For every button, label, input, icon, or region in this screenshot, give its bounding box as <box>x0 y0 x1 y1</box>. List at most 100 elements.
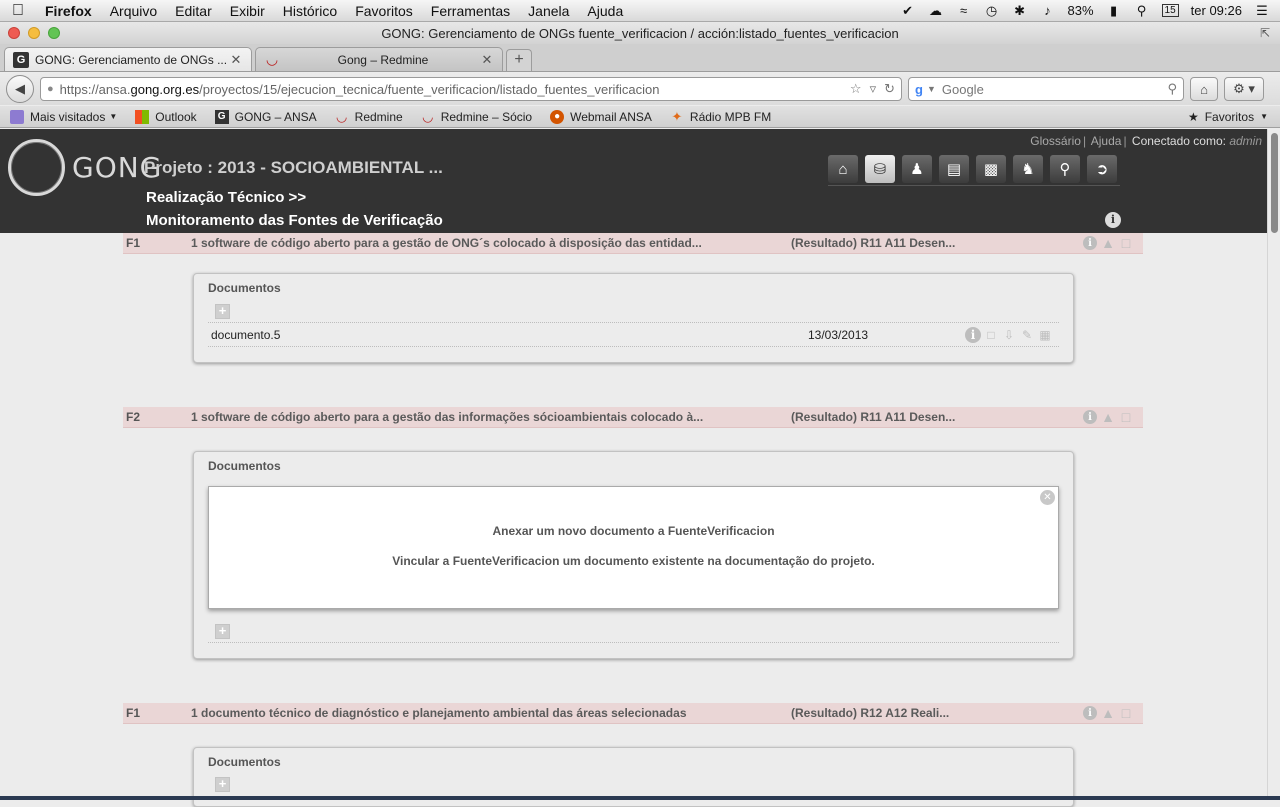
source-row[interactable]: F1 1 documento técnico de diagnóstico e … <box>123 703 1143 724</box>
comment-icon[interactable]: □ <box>1119 235 1133 251</box>
add-document-button[interactable]: + <box>215 624 230 639</box>
search-input[interactable]: Google <box>942 82 1168 97</box>
info-icon[interactable]: i <box>965 326 981 343</box>
logout-module-icon[interactable]: ➲ <box>1087 155 1117 183</box>
volume-icon[interactable]: ♪ <box>1040 3 1056 18</box>
glossary-link[interactable]: Glossário <box>1030 134 1081 148</box>
spotlight-search-icon[interactable]: ⚲ <box>1134 3 1150 18</box>
source-row[interactable]: F1 1 software de código aberto para a ge… <box>123 233 1143 254</box>
cloud-icon[interactable]: ☁ <box>928 3 944 18</box>
menu-ferramentas[interactable]: Ferramentas <box>422 3 519 19</box>
window-zoom-button[interactable] <box>48 27 60 39</box>
window-minimize-button[interactable] <box>28 27 40 39</box>
url-bar[interactable]: ● https://ansa.gong.org.es/proyectos/15/… <box>40 77 902 101</box>
comment-icon[interactable]: □ <box>1119 705 1133 721</box>
url-text[interactable]: https://ansa.gong.org.es/proyectos/15/ej… <box>60 82 842 97</box>
folder-icon <box>10 109 24 124</box>
gong-logo-icon[interactable] <box>8 139 65 196</box>
menu-janela[interactable]: Janela <box>519 3 578 19</box>
tab-gong[interactable]: G GONG: Gerenciamento de ONGs ... ✕ <box>4 47 252 71</box>
redmine-icon: ◡ <box>336 108 347 124</box>
home-module-icon[interactable]: ⌂ <box>828 155 858 183</box>
menu-favoritos[interactable]: Favoritos <box>346 3 422 19</box>
tab-redmine[interactable]: ◡ Gong – Redmine ✕ <box>255 47 503 71</box>
link-existing-document-link[interactable]: Vincular a FuenteVerificacion um documen… <box>209 554 1058 568</box>
menu-app-firefox[interactable]: Firefox <box>36 3 101 19</box>
dropbox-icon[interactable]: ✔ <box>900 3 916 18</box>
add-document-button[interactable]: + <box>215 304 230 319</box>
menu-arquivo[interactable]: Arquivo <box>101 3 166 19</box>
new-tab-button[interactable]: + <box>506 49 532 71</box>
close-tab-icon[interactable]: ✕ <box>480 52 494 68</box>
home-button[interactable]: ⌂ <box>1190 77 1218 101</box>
user-module-icon[interactable]: ♟ <box>902 155 932 183</box>
bookmark-redmine[interactable]: ◡ Redmine <box>335 108 403 124</box>
info-icon[interactable]: i <box>1083 236 1097 250</box>
download-icon[interactable]: ⇩ <box>1001 327 1017 343</box>
bookmark-redmine-socio[interactable]: ◡ Redmine – Sócio <box>421 109 532 124</box>
reload-icon[interactable]: ↻ <box>884 81 895 97</box>
fullscreen-icon[interactable]: ⇱ <box>1260 26 1270 40</box>
bookmark-gong-ansa[interactable]: G GONG – ANSA <box>214 109 317 124</box>
book-module-icon[interactable]: ▤ <box>939 155 969 183</box>
close-icon[interactable]: ✕ <box>1040 490 1055 505</box>
bluetooth-icon[interactable]: ✱ <box>1012 3 1028 18</box>
search-bar[interactable]: g ▼ Google ⚲ <box>908 77 1184 101</box>
battery-icon[interactable]: ▮ <box>1106 3 1122 18</box>
add-document-button[interactable]: + <box>215 777 230 792</box>
trash-icon[interactable]: ▦ <box>1037 327 1053 343</box>
history-dropdown-icon[interactable]: ▿ <box>870 81 877 97</box>
info-icon[interactable]: i <box>1083 410 1097 424</box>
bookmark-webmail-ansa[interactable]: ● Webmail ANSA <box>550 109 652 124</box>
warning-icon[interactable]: ▲ <box>1101 409 1115 425</box>
database-module-icon[interactable]: ⛁ <box>865 155 895 183</box>
search-icon[interactable]: ⚲ <box>1167 81 1177 97</box>
menu-ajuda[interactable]: Ajuda <box>578 3 632 19</box>
list-menu-icon[interactable]: ☰ <box>1254 3 1270 18</box>
apple-menu-icon[interactable]:  <box>0 2 36 20</box>
site-identity-icon[interactable]: ● <box>47 83 54 95</box>
close-tab-icon[interactable]: ✕ <box>229 52 243 68</box>
users-module-icon[interactable]: ♞ <box>1013 155 1043 183</box>
source-row[interactable]: F2 1 software de código aberto para a ge… <box>123 407 1143 428</box>
back-button[interactable]: ◀ <box>6 75 34 103</box>
bookmark-outlook[interactable]: Outlook <box>135 109 197 124</box>
webmail-icon: ● <box>550 109 565 124</box>
comment-icon[interactable]: □ <box>1119 409 1133 425</box>
menu-exibir[interactable]: Exibir <box>221 3 274 19</box>
source-description: 1 software de código aberto para a gestã… <box>191 410 704 424</box>
menu-historico[interactable]: Histórico <box>274 3 346 19</box>
key-module-icon[interactable]: ⚲ <box>1050 155 1080 183</box>
page-scrollbar[interactable] <box>1267 129 1280 796</box>
edit-pencil-icon[interactable]: ✎ <box>1019 327 1035 343</box>
engine-dropdown-icon[interactable]: ▼ <box>927 84 936 94</box>
info-icon[interactable]: i <box>1083 706 1097 720</box>
attach-new-document-link[interactable]: Anexar um novo documento a FuenteVerific… <box>209 524 1058 538</box>
module-icon-bar: ⌂ ⛁ ♟ ▤ ▩ ♞ ⚲ ➲ <box>828 155 1117 183</box>
bookmarks-menu-button[interactable]: ★ Favoritos ▼ <box>1188 110 1280 124</box>
menu-editar[interactable]: Editar <box>166 3 221 19</box>
bookmark-star-icon[interactable]: ☆ <box>850 81 862 97</box>
warning-icon[interactable]: ▲ <box>1101 705 1115 721</box>
bookmark-radio-mpb[interactable]: ✦ Rádio MPB FM <box>670 108 771 124</box>
addon-icon: ⚙ ▾ <box>1233 81 1255 96</box>
breadcrumb[interactable]: Realização Técnico >> <box>146 189 306 206</box>
info-icon[interactable]: i <box>1105 212 1121 228</box>
window-close-button[interactable] <box>8 27 20 39</box>
warning-icon[interactable]: ▲ <box>1101 235 1115 251</box>
document-name[interactable]: documento.5 <box>208 328 808 342</box>
battery-percent[interactable]: 83% <box>1068 3 1094 18</box>
source-code: F2 <box>126 410 141 424</box>
google-engine-icon[interactable]: g <box>915 82 923 97</box>
wifi-icon[interactable]: ≈ <box>956 3 972 18</box>
clock[interactable]: ter 09:26 <box>1191 3 1242 18</box>
calendar-icon[interactable]: 15 <box>1161 4 1179 17</box>
comment-icon[interactable]: □ <box>983 327 999 343</box>
help-link[interactable]: Ajuda <box>1091 134 1122 148</box>
time-machine-icon[interactable]: ◷ <box>984 3 1000 18</box>
bookmark-mais-visitados[interactable]: Mais visitados ▼ <box>10 109 117 124</box>
chart-module-icon[interactable]: ▩ <box>976 155 1006 183</box>
addon-button[interactable]: ⚙ ▾ <box>1224 77 1264 101</box>
scrollbar-thumb[interactable] <box>1271 133 1278 233</box>
radio-icon: ✦ <box>671 108 683 124</box>
